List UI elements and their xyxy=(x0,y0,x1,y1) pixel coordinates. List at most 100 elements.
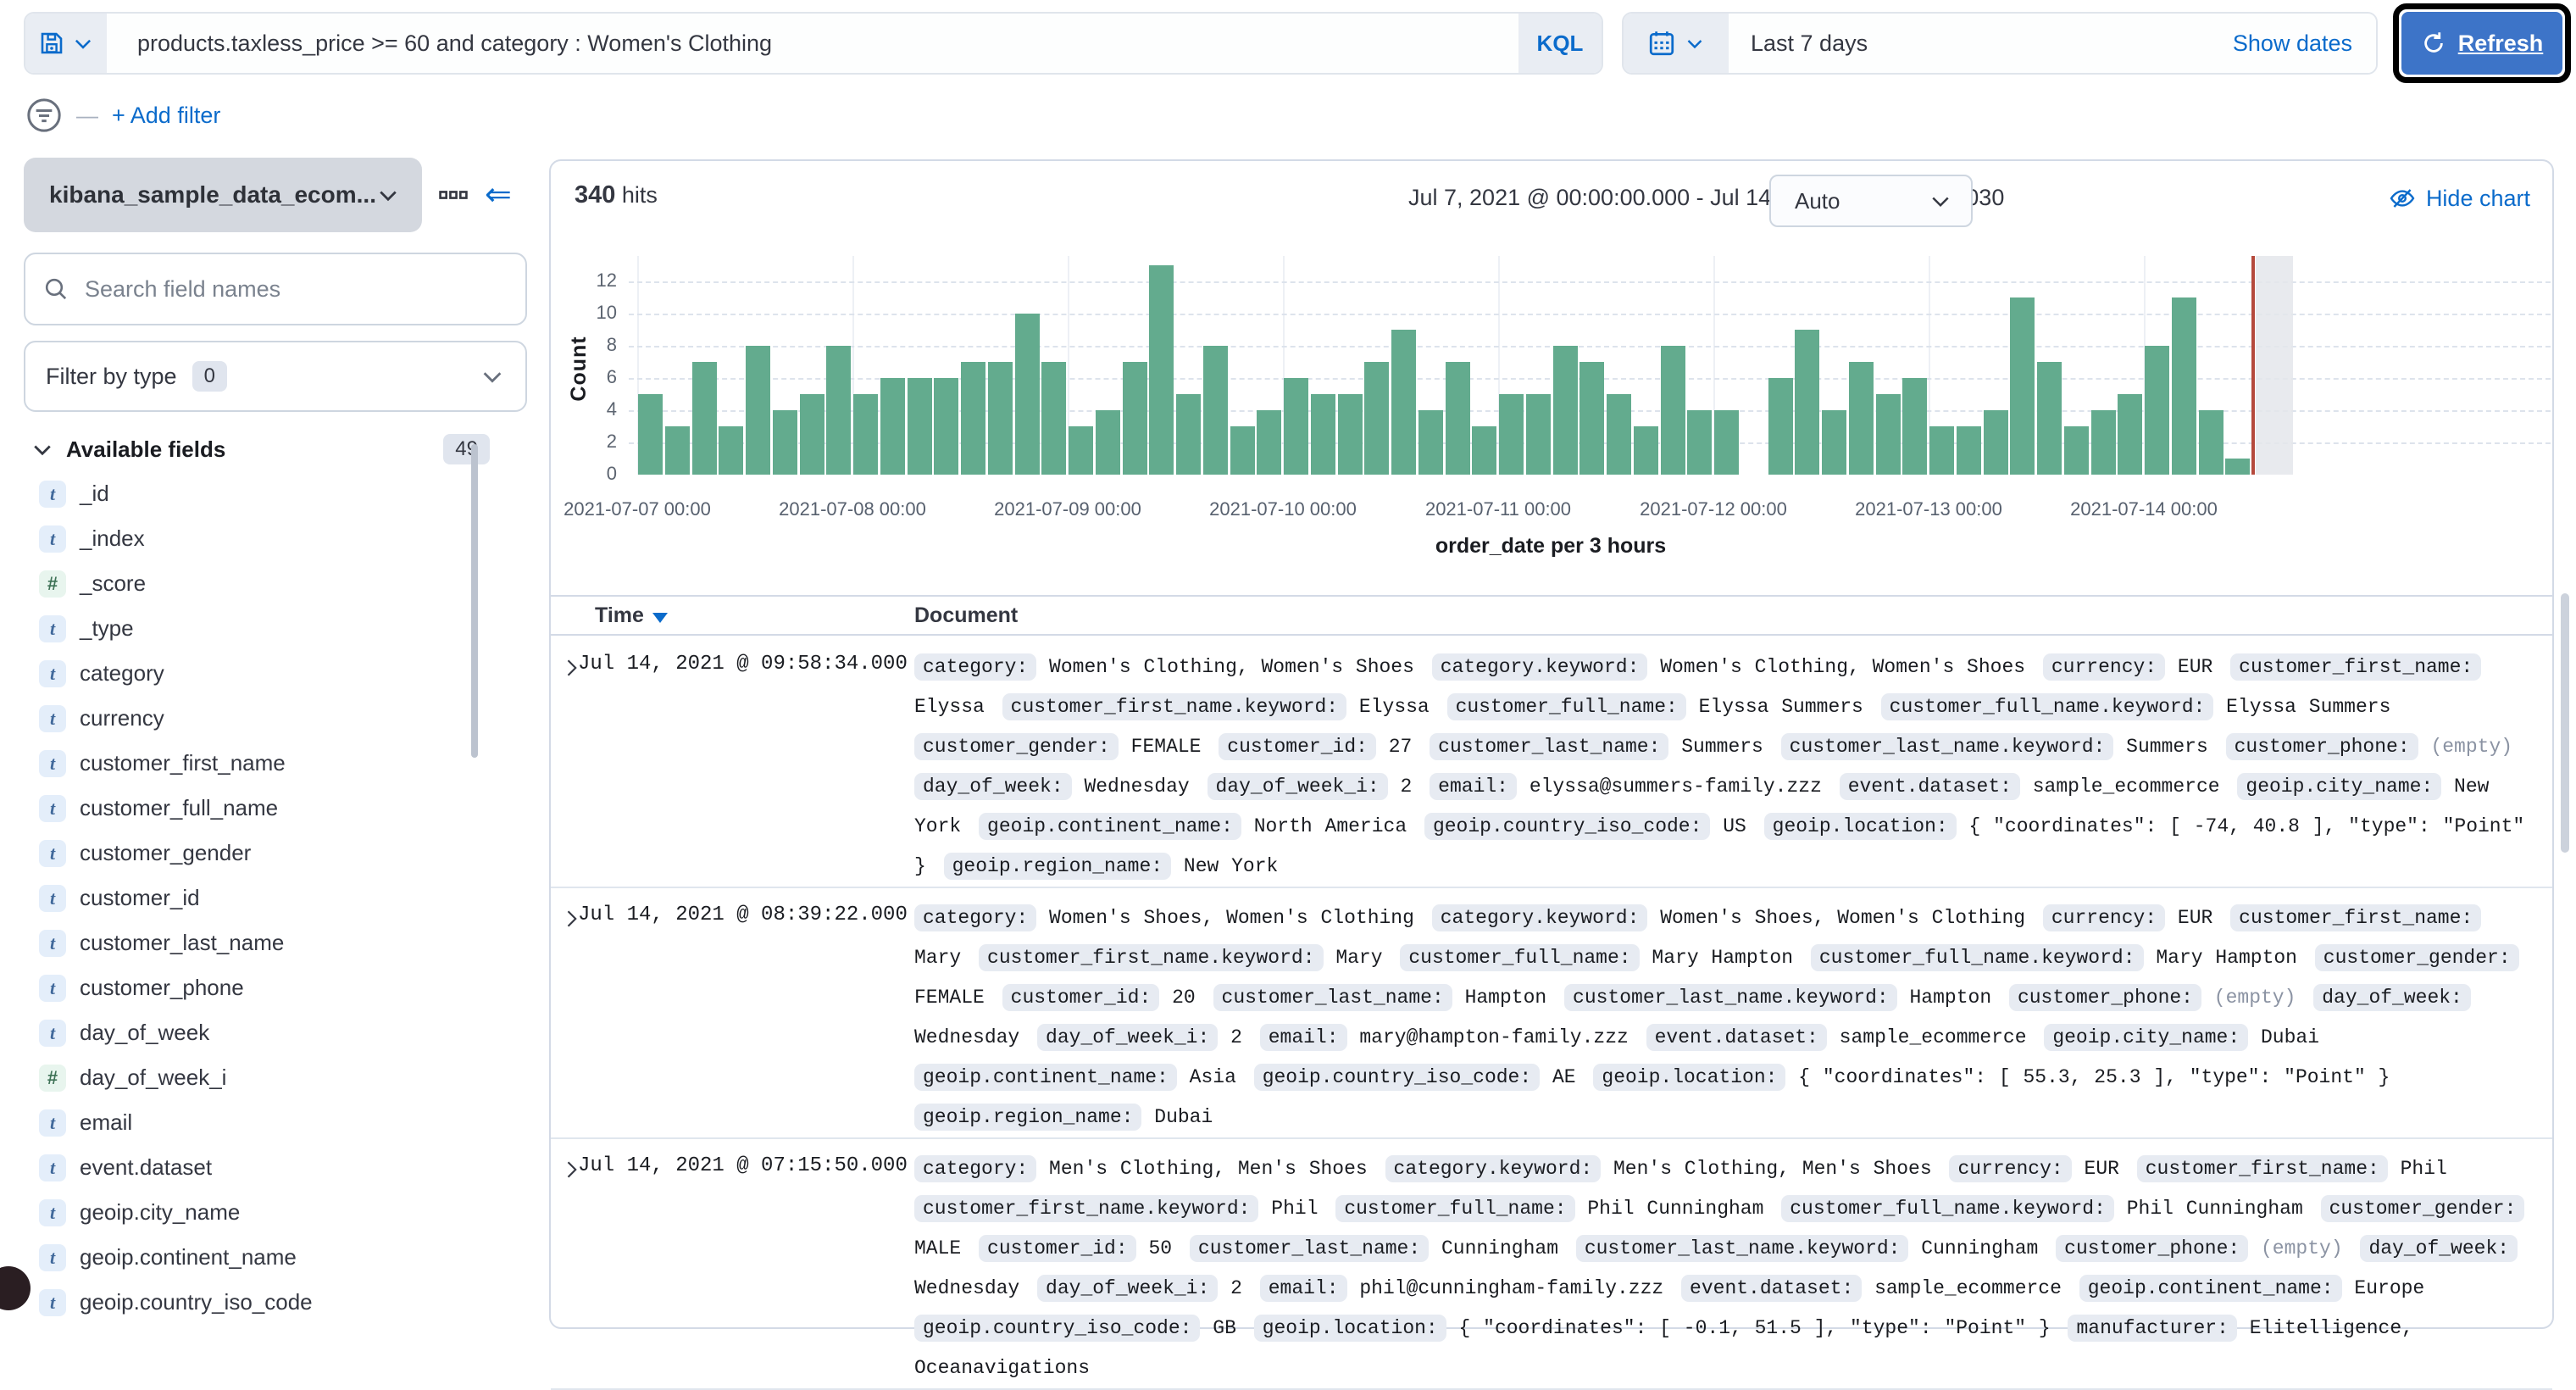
field-value: mary@hampton-family.zzz xyxy=(1359,1026,1628,1048)
field-item[interactable]: t_id xyxy=(24,471,537,516)
add-filter-button[interactable]: + Add filter xyxy=(112,103,220,129)
histogram-bar[interactable] xyxy=(638,394,663,475)
histogram-bar[interactable] xyxy=(1284,378,1308,475)
histogram-bar[interactable] xyxy=(1661,346,1685,475)
histogram-bar[interactable] xyxy=(773,410,797,475)
histogram-bar[interactable] xyxy=(1526,394,1551,475)
histogram-bar[interactable] xyxy=(826,346,851,475)
field-item[interactable]: tcustomer_phone xyxy=(24,965,537,1010)
field-item[interactable]: tday_of_week xyxy=(24,1010,537,1055)
query-input[interactable]: products.taxless_price >= 60 and categor… xyxy=(107,14,1518,73)
histogram-plot[interactable] xyxy=(629,256,2551,475)
show-dates-button[interactable]: Show dates xyxy=(2233,14,2376,73)
histogram-bar[interactable] xyxy=(1634,426,1658,475)
filter-by-type-select[interactable]: Filter by type 0 xyxy=(24,341,527,412)
field-item[interactable]: tgeoip.city_name xyxy=(24,1190,537,1235)
histogram-bar[interactable] xyxy=(1472,426,1496,475)
histogram-bar[interactable] xyxy=(692,362,717,475)
histogram-bar[interactable] xyxy=(1929,426,1954,475)
column-header-time[interactable]: Time xyxy=(595,603,668,628)
histogram-bar[interactable] xyxy=(1687,410,1712,475)
histogram-bar[interactable] xyxy=(1257,410,1281,475)
histogram-bar[interactable] xyxy=(1553,346,1578,475)
field-item[interactable]: temail xyxy=(24,1100,537,1145)
histogram-bar[interactable] xyxy=(1499,394,1524,475)
hide-chart-button[interactable]: Hide chart xyxy=(2389,185,2530,212)
histogram-bar[interactable] xyxy=(880,378,905,475)
histogram-bar[interactable] xyxy=(1203,346,1228,475)
histogram-bar[interactable] xyxy=(1446,362,1470,475)
field-item[interactable]: tcustomer_full_name xyxy=(24,786,537,831)
histogram-bar[interactable] xyxy=(2037,362,2062,475)
field-item[interactable]: #day_of_week_i xyxy=(24,1055,537,1100)
histogram-bar[interactable] xyxy=(1391,330,1416,475)
histogram-bar[interactable] xyxy=(2199,410,2223,475)
field-item[interactable]: tcustomer_last_name xyxy=(24,920,537,965)
histogram-bar[interactable] xyxy=(1230,426,1255,475)
histogram-bar[interactable] xyxy=(1795,330,1819,475)
histogram-bar[interactable] xyxy=(1984,410,2008,475)
histogram-bar[interactable] xyxy=(1311,394,1335,475)
sidebar-scrollbar[interactable] xyxy=(471,444,478,758)
index-pattern-select[interactable]: kibana_sample_data_ecom... xyxy=(24,158,422,232)
histogram-bar[interactable] xyxy=(1607,394,1631,475)
doc-table-scrollbar[interactable] xyxy=(2561,593,2569,853)
histogram-bar[interactable] xyxy=(2225,459,2250,475)
saved-query-menu[interactable] xyxy=(25,14,107,73)
histogram-bar[interactable] xyxy=(800,394,824,475)
time-range-value[interactable]: Last 7 days xyxy=(1729,14,2233,73)
histogram-bar[interactable] xyxy=(2145,346,2169,475)
field-item[interactable]: tcategory xyxy=(24,651,537,696)
histogram-bar[interactable] xyxy=(2091,410,2116,475)
histogram-bar[interactable] xyxy=(908,378,932,475)
histogram-bar[interactable] xyxy=(1096,410,1120,475)
field-item[interactable]: tcustomer_id xyxy=(24,876,537,920)
histogram-bar[interactable] xyxy=(934,378,958,475)
histogram-bar[interactable] xyxy=(1041,362,1066,475)
histogram-bar[interactable] xyxy=(1957,426,1981,475)
histogram-bar[interactable] xyxy=(1579,362,1604,475)
interval-select[interactable]: Auto xyxy=(1769,175,1973,227)
histogram-bar[interactable] xyxy=(961,362,985,475)
histogram-bar[interactable] xyxy=(1149,265,1174,475)
field-item[interactable]: #_score xyxy=(24,561,537,606)
histogram-bar[interactable] xyxy=(853,394,878,475)
histogram-bar[interactable] xyxy=(988,362,1013,475)
histogram-bar[interactable] xyxy=(1768,378,1793,475)
histogram-bar[interactable] xyxy=(1176,394,1201,475)
field-item[interactable]: tcurrency xyxy=(24,696,537,741)
filter-icon[interactable] xyxy=(25,97,63,134)
field-item[interactable]: t_type xyxy=(24,606,537,651)
histogram-bar[interactable] xyxy=(1822,410,1846,475)
field-item[interactable]: tcustomer_first_name xyxy=(24,741,537,786)
field-item[interactable]: tcustomer_gender xyxy=(24,831,537,876)
histogram-bar[interactable] xyxy=(1015,314,1040,475)
refresh-button[interactable]: Refresh xyxy=(2401,12,2562,75)
histogram-bar[interactable] xyxy=(1123,362,1147,475)
histogram-bar[interactable] xyxy=(1338,394,1363,475)
histogram-bar[interactable] xyxy=(719,426,743,475)
histogram-bar[interactable] xyxy=(746,346,770,475)
field-item[interactable]: t_index xyxy=(24,516,537,561)
date-quick-menu[interactable] xyxy=(1624,14,1729,73)
kql-language-button[interactable]: KQL xyxy=(1518,14,1602,73)
field-item[interactable]: tevent.dataset xyxy=(24,1145,537,1190)
histogram-bar[interactable] xyxy=(1902,378,1927,475)
histogram-bar[interactable] xyxy=(1849,362,1874,475)
available-fields-header[interactable]: Available fields 49 xyxy=(24,434,537,464)
field-value: Women's Shoes, Women's Clothing xyxy=(1049,907,1414,929)
histogram-bar[interactable] xyxy=(2172,297,2196,475)
field-item[interactable]: tgeoip.continent_name xyxy=(24,1235,537,1280)
histogram-bar[interactable] xyxy=(1364,362,1389,475)
histogram-bar[interactable] xyxy=(2010,297,2035,475)
histogram-bar[interactable] xyxy=(665,426,690,475)
boxes-horizontal-icon[interactable] xyxy=(437,179,469,211)
field-search-input[interactable]: Search field names xyxy=(24,253,527,325)
histogram-bar[interactable] xyxy=(1069,426,1093,475)
histogram-bar[interactable] xyxy=(1418,410,1443,475)
histogram-bar[interactable] xyxy=(2064,426,2089,475)
histogram-bar[interactable] xyxy=(2118,394,2142,475)
histogram-bar[interactable] xyxy=(1876,394,1901,475)
histogram-bar[interactable] xyxy=(1714,410,1739,475)
collapse-sidebar-icon[interactable]: ⇐ xyxy=(485,179,512,211)
